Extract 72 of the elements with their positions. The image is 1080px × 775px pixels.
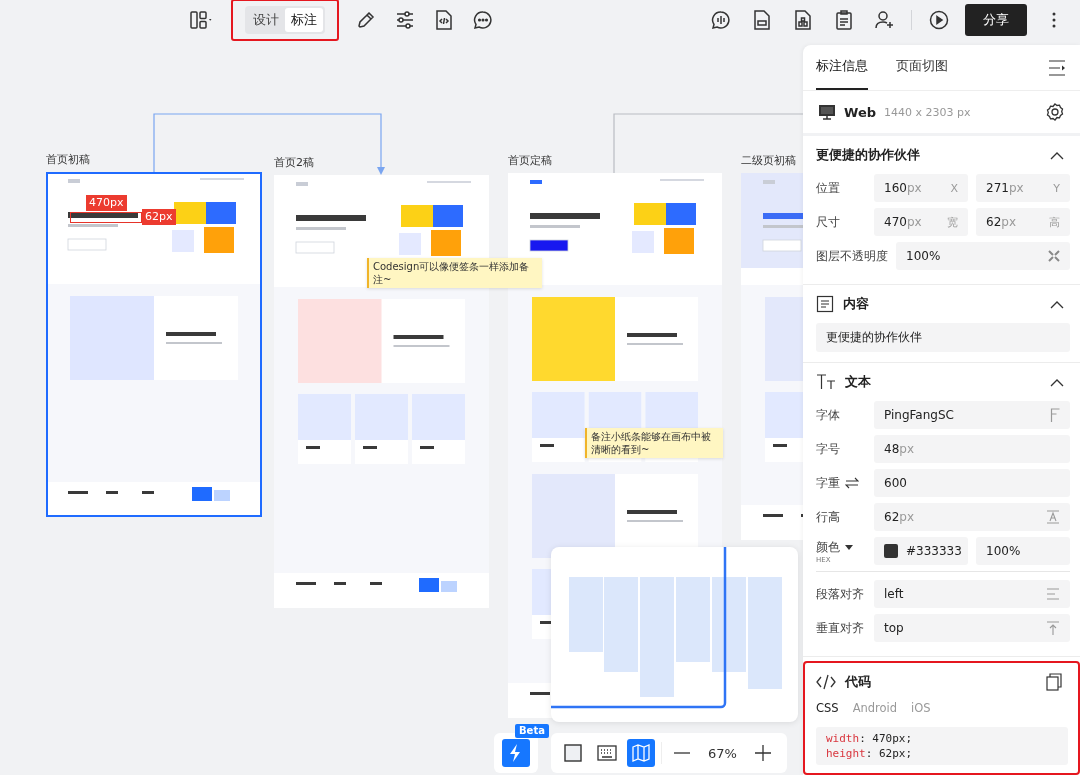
section-title: 代码 [845, 673, 871, 691]
value-field[interactable]: 48px [874, 435, 1070, 463]
property-label: 行高 [816, 508, 840, 526]
lightning-button[interactable] [494, 733, 538, 773]
device-name: Web [844, 104, 876, 120]
caret-icon[interactable] [845, 544, 853, 550]
value-field[interactable]: 100% [976, 537, 1070, 565]
value-field[interactable]: left [874, 580, 1070, 608]
value-field[interactable]: 470px 宽 [874, 208, 968, 236]
collapse-panel-icon[interactable] [1048, 59, 1066, 76]
code-line: width: 470px; [826, 731, 914, 746]
property-label: 段落对齐 [816, 585, 864, 603]
layout-icon [190, 11, 212, 29]
panel-tab[interactable]: 页面切图 [896, 45, 948, 90]
property-label: 尺寸 [816, 213, 840, 231]
chevron-icon[interactable] [1050, 377, 1064, 387]
property-label: 字重 [816, 474, 840, 492]
measurement-label: 470px [86, 195, 127, 211]
document-icon [816, 295, 834, 313]
device-size: 1440 x 2303 px [884, 105, 971, 119]
value-field[interactable]: top [874, 614, 1070, 642]
monitor-icon [818, 104, 836, 120]
artboard-title: 二级页初稿 [741, 153, 796, 168]
zoom-level: 67% [708, 745, 737, 761]
property-label: 图层不透明度 [816, 247, 888, 265]
value-field[interactable]: 62px 高 [976, 208, 1070, 236]
artboard-title: 首页2稿 [274, 155, 314, 170]
share-button[interactable]: 分享 [965, 4, 1027, 36]
property-label: 垂直对齐 [816, 619, 864, 637]
artboard-title: 首页定稿 [508, 153, 552, 168]
value-field[interactable]: 271px Y [976, 174, 1070, 202]
measurement-label: 62px [142, 209, 176, 225]
beta-badge: Beta [515, 724, 549, 738]
align-top-icon [1046, 621, 1060, 635]
value-field[interactable]: 62px [874, 503, 1070, 531]
property-label: 字体 [816, 406, 840, 424]
section-title: 文本 [845, 373, 871, 391]
text-icon [816, 374, 836, 390]
swap-icon[interactable] [845, 477, 859, 489]
code-icon [816, 674, 836, 690]
value-field[interactable]: PingFangSC [874, 401, 1070, 429]
settings-icon[interactable] [1046, 103, 1064, 121]
artboard-title: 首页初稿 [46, 152, 90, 167]
plus-icon [754, 745, 771, 761]
code-tab[interactable]: CSS [816, 701, 839, 715]
artboard-drawing[interactable] [46, 172, 262, 517]
mode-tab[interactable]: 标注 [285, 8, 323, 32]
fit-icon [1048, 250, 1060, 262]
property-label: 字号 [816, 440, 840, 458]
code-line: height: 62px; [826, 746, 914, 761]
section-title: 更便捷的协作伙伴 [816, 146, 920, 164]
sticky-note[interactable]: Codesign可以像便签条一样添加备注~ [367, 258, 542, 288]
selection-outline [70, 212, 142, 223]
minus-icon [674, 752, 690, 754]
value-field[interactable]: 600 [874, 469, 1070, 497]
map-icon[interactable] [627, 739, 655, 767]
copy-icon[interactable] [1046, 673, 1062, 691]
content-field[interactable]: 更便捷的协作伙伴 [816, 323, 1070, 352]
sticky-note[interactable]: 备注小纸条能够在画布中被清晰的看到~ [585, 428, 723, 458]
value-field[interactable]: #333333 [874, 537, 968, 565]
value-field[interactable]: 100% [896, 242, 1070, 270]
mode-tab[interactable]: 设计 [247, 8, 285, 32]
line-height-icon [1046, 510, 1060, 524]
property-label: 颜色 [816, 538, 840, 556]
align-left-icon [1046, 588, 1060, 600]
font-icon [1050, 408, 1060, 422]
chevron-icon[interactable] [1050, 299, 1064, 309]
panel-tab[interactable]: 标注信息 [816, 45, 868, 90]
property-label: 位置 [816, 179, 840, 197]
value-field[interactable]: 160px X [874, 174, 968, 202]
chevron-icon[interactable] [1050, 150, 1064, 160]
section-title: 内容 [843, 295, 869, 313]
